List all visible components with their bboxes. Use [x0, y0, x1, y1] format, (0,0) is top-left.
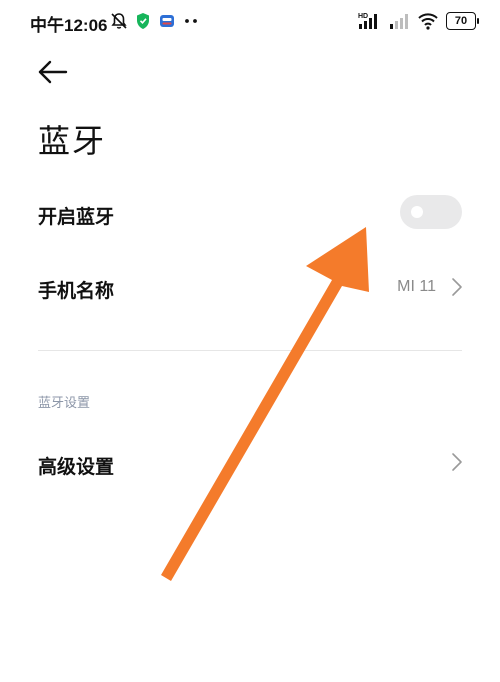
- page-title: 蓝牙: [38, 122, 107, 160]
- divider: [38, 350, 462, 351]
- signal-icon: [390, 14, 408, 29]
- bluetooth-toggle[interactable]: [400, 195, 462, 229]
- device-name-value: MI 11: [397, 278, 436, 295]
- status-time: 中午12:06: [30, 16, 108, 35]
- advanced-settings-label: 高级设置: [38, 456, 115, 478]
- annotation-arrow: [161, 227, 369, 581]
- back-arrow-icon: [38, 60, 68, 84]
- more-dots-icon: [185, 19, 197, 23]
- advanced-settings-row[interactable]: 高级设置: [0, 432, 500, 496]
- app-icon: [160, 15, 174, 27]
- device-name-label: 手机名称: [38, 280, 115, 302]
- wifi-icon: [418, 13, 438, 30]
- bluetooth-toggle-label: 开启蓝牙: [38, 206, 115, 228]
- toggle-knob: [411, 206, 423, 218]
- battery-icon: 70: [446, 12, 479, 30]
- back-button[interactable]: [34, 56, 70, 88]
- shield-icon: [137, 13, 149, 29]
- svg-text:HD: HD: [358, 13, 368, 20]
- status-bar: 中午12:06 HD 70: [0, 0, 500, 44]
- alarm-off-icon: [111, 13, 127, 29]
- chevron-right-icon: [452, 278, 462, 296]
- hd-signal-icon: HD: [358, 13, 377, 29]
- chevron-right-icon: [452, 453, 462, 471]
- section-header: 蓝牙设置: [38, 396, 91, 411]
- status-icons-left: [110, 12, 199, 30]
- status-icons-right: HD 70: [357, 11, 479, 31]
